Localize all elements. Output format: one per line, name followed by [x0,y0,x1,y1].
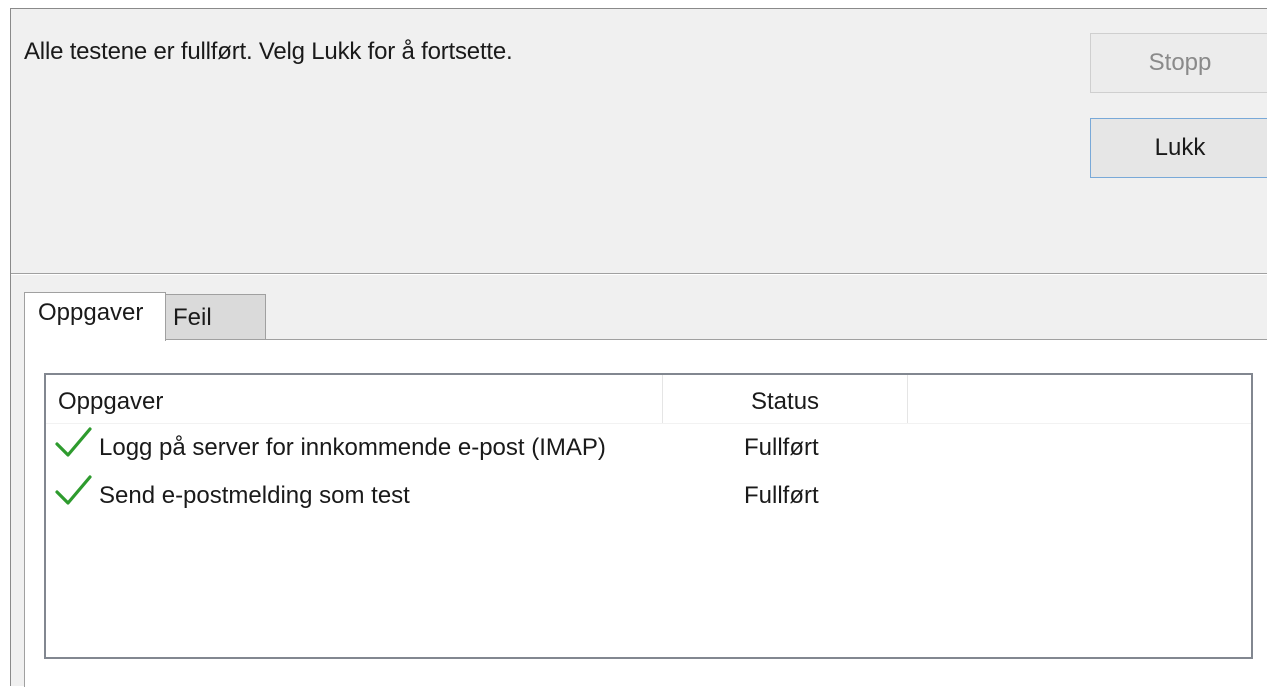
status-message: Alle testene er fullført. Velg Lukk for … [24,38,513,65]
column-header-empty [908,375,1251,423]
list-header: Oppgaver Status [46,375,1251,424]
column-header-status[interactable]: Status [663,375,908,423]
account-test-dialog: Alle testene er fullført. Velg Lukk for … [10,8,1267,687]
task-status: Fullført [744,482,819,509]
task-status: Fullført [744,434,819,461]
task-name: Send e-postmelding som test [99,482,410,509]
tab-feil[interactable]: Feil [165,294,266,340]
table-row[interactable]: Send e-postmelding som test Fullført [46,469,1251,517]
table-row[interactable]: Logg på server for innkommende e-post (I… [46,421,1251,469]
task-list[interactable]: Oppgaver Status Logg på server for innko… [44,373,1253,659]
divider [11,273,1267,275]
column-header-tasks[interactable]: Oppgaver [46,375,663,423]
tab-oppgaver[interactable]: Oppgaver [24,292,166,341]
task-name: Logg på server for innkommende e-post (I… [99,434,606,461]
stop-button[interactable]: Stopp [1090,33,1267,93]
tab-panel-oppgaver: Oppgaver Status Logg på server for innko… [24,339,1267,687]
close-button[interactable]: Lukk [1090,118,1267,178]
checkmark-icon [55,475,92,505]
checkmark-icon [55,427,92,457]
